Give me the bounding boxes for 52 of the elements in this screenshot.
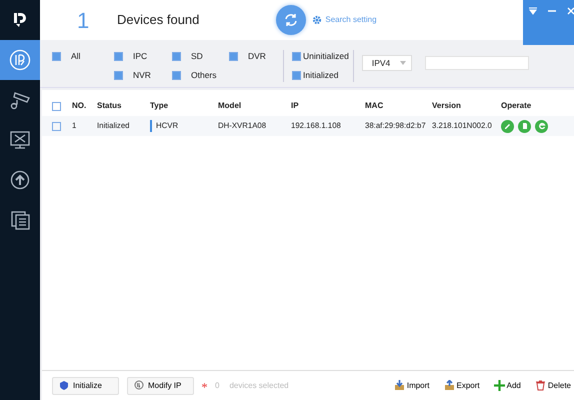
close-icon	[566, 6, 574, 16]
upload-circle-icon	[9, 169, 31, 191]
filter-checkbox[interactable]: SD	[172, 50, 229, 63]
protocol-dropdown[interactable]: IPV4	[362, 55, 412, 71]
filter-checkbox[interactable]: Others	[172, 68, 229, 82]
export-button[interactable]: Export	[444, 380, 480, 392]
browser-e-icon	[536, 121, 546, 131]
details-button[interactable]	[518, 120, 531, 132]
outbox-arrow-icon	[444, 380, 455, 391]
selected-count: 0	[215, 380, 220, 392]
shield-icon	[59, 380, 69, 391]
column-header: Status	[97, 100, 122, 112]
filter-checkbox[interactable]: All	[52, 50, 114, 63]
column-header: MAC	[365, 100, 384, 112]
column-header: Model	[218, 100, 242, 112]
column-header: Operate	[501, 100, 532, 112]
camera-gear-icon	[9, 89, 31, 111]
select-all-checkbox[interactable]	[52, 102, 61, 110]
filter-checkbox[interactable]: Initialized	[292, 68, 349, 82]
refresh-icon	[283, 12, 300, 28]
edit-button[interactable]	[501, 120, 514, 132]
column-header: IP	[291, 100, 300, 112]
filter-checkbox[interactable]: NVR	[114, 68, 172, 82]
web-button[interactable]	[535, 120, 548, 132]
initialize-button[interactable]: Initialize	[52, 376, 119, 394]
asterisk-icon	[202, 383, 207, 388]
refresh-button[interactable]	[276, 5, 306, 35]
ip-circle-icon	[9, 49, 31, 71]
caret-icon	[400, 61, 406, 65]
device-count: 1	[77, 6, 90, 34]
filter-checkbox[interactable]: DVR	[229, 50, 279, 63]
search-field[interactable]	[424, 56, 529, 70]
logo-icon	[13, 12, 27, 28]
tools-monitor-icon	[9, 129, 31, 151]
row-checkbox[interactable]	[52, 122, 61, 130]
plus-icon	[494, 380, 505, 391]
settings-icon	[312, 15, 322, 25]
inbox-arrow-icon	[394, 380, 405, 391]
filter-checkbox[interactable]: Uninitialized	[292, 50, 349, 63]
page-title: Devices found	[117, 11, 200, 30]
pages-icon	[9, 209, 31, 231]
pencil-icon	[502, 121, 512, 131]
dropdown-icon	[528, 6, 538, 16]
import-button[interactable]: Import	[394, 380, 430, 392]
trash-icon	[534, 380, 546, 391]
column-header: Version	[432, 100, 462, 112]
column-header: NO.	[72, 100, 88, 112]
filter-checkbox[interactable]: IPC	[114, 50, 172, 63]
add-button[interactable]: Add	[494, 380, 521, 392]
column-header: Type	[150, 100, 170, 112]
selected-label: devices selected	[229, 380, 289, 392]
delete-button[interactable]: Delete	[534, 380, 571, 392]
